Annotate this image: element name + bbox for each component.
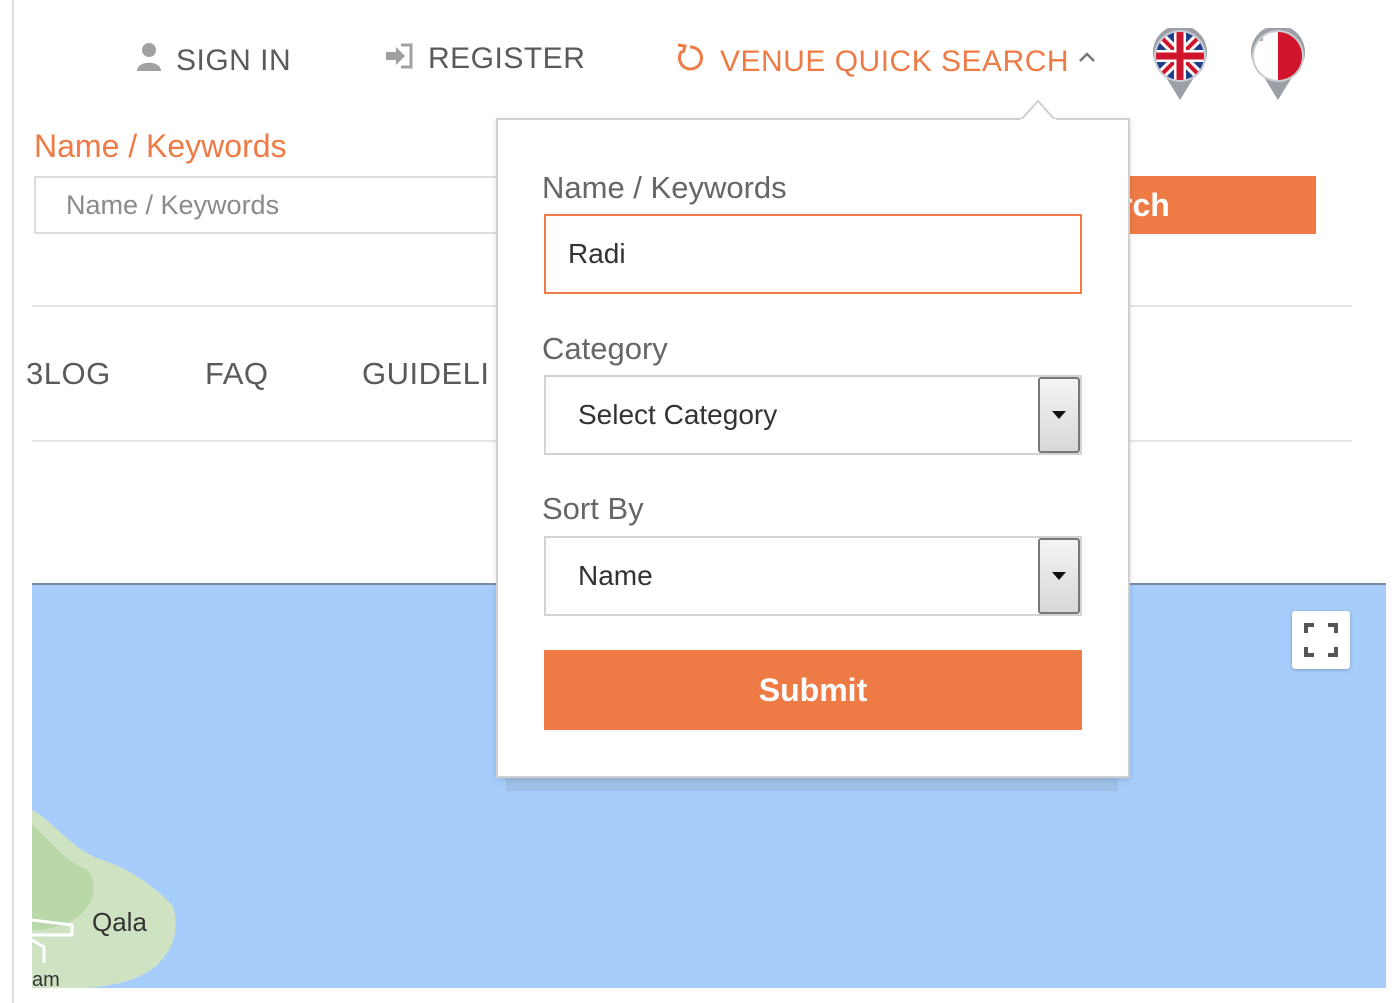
register-label: REGISTER	[428, 42, 586, 75]
malta-flag-icon[interactable]	[1250, 25, 1306, 102]
category-select[interactable]: Select Category	[544, 375, 1082, 455]
panel-category-label: Category	[542, 331, 668, 366]
background-search-button[interactable]: rch	[1110, 176, 1316, 234]
fullscreen-icon	[1304, 623, 1338, 657]
panel-pointer	[1020, 99, 1056, 121]
panel-name-input[interactable]	[544, 214, 1082, 294]
submit-button[interactable]: Submit	[544, 650, 1082, 730]
chevron-up-icon[interactable]	[1076, 44, 1098, 70]
quick-search-panel: Name / Keywords Category Select Category…	[496, 118, 1130, 778]
sign-in-label: SIGN IN	[176, 43, 292, 77]
user-icon	[136, 42, 162, 79]
category-selected-value: Select Category	[578, 399, 778, 430]
venue-quick-search-toggle[interactable]: VENUE QUICK SEARCH	[674, 42, 1069, 82]
panel-sort-label: Sort By	[542, 491, 644, 526]
sort-by-select[interactable]: Name	[544, 536, 1082, 616]
panel-name-label: Name / Keywords	[542, 170, 787, 205]
sign-in-link[interactable]: SIGN IN	[136, 42, 291, 79]
refresh-icon	[674, 42, 706, 82]
background-name-label: Name / Keywords	[34, 128, 287, 164]
map-corner-text: am	[32, 969, 60, 988]
chevron-down-icon[interactable]	[1038, 538, 1080, 614]
menu-item-blog[interactable]: 3LOG	[26, 356, 111, 392]
fullscreen-button[interactable]	[1292, 611, 1350, 669]
register-link[interactable]: REGISTER	[384, 42, 585, 76]
chevron-down-icon[interactable]	[1038, 377, 1080, 453]
menu-item-faq[interactable]: FAQ	[205, 356, 269, 392]
map-town-label: Qala	[92, 907, 147, 937]
menu-item-guidelines[interactable]: GUIDELI	[362, 356, 498, 392]
sign-in-icon	[384, 43, 414, 76]
sort-selected-value: Name	[578, 560, 653, 591]
background-name-input[interactable]: Name / Keywords	[34, 176, 534, 234]
venue-quick-search-label: VENUE QUICK SEARCH	[720, 45, 1070, 78]
uk-flag-icon[interactable]	[1152, 25, 1208, 102]
